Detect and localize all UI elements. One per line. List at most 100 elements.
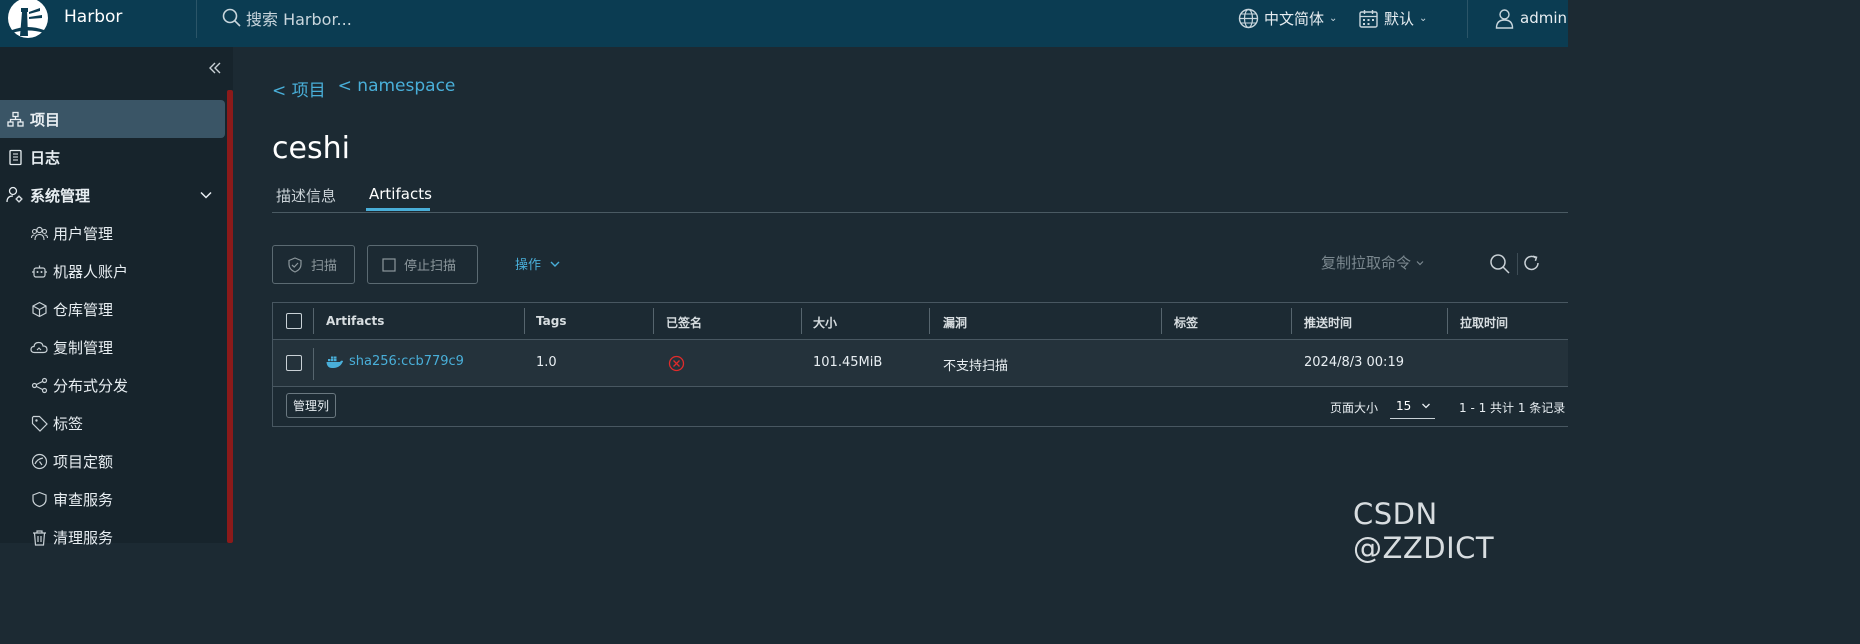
users-icon: [30, 224, 48, 242]
artifact-digest-link[interactable]: sha256:ccb779c9: [349, 354, 464, 369]
sidebar-item-label: 清理服务: [53, 528, 114, 547]
scan-button[interactable]: 扫描: [272, 245, 355, 284]
username: admin: [1520, 9, 1567, 27]
sidebar-item-users[interactable]: 用户管理: [0, 214, 225, 252]
manage-columns-button[interactable]: 管理列: [286, 393, 337, 418]
sidebar-item-project-quotas[interactable]: 项目定额: [0, 442, 225, 480]
artifact-cell: sha256:ccb779c9: [326, 354, 464, 369]
column-header-artifacts[interactable]: Artifacts: [326, 314, 384, 328]
column-separator[interactable]: [1291, 308, 1292, 334]
chevron-down-icon: [550, 261, 560, 267]
column-separator[interactable]: [524, 308, 525, 334]
chevron-down-icon: ⌄: [1419, 12, 1428, 24]
column-header-push-time[interactable]: 推送时间: [1304, 314, 1352, 331]
row-checkbox[interactable]: [286, 355, 302, 371]
docker-icon: [326, 356, 343, 368]
user-menu[interactable]: admin: [1494, 5, 1567, 31]
sidebar-item-robot-accounts[interactable]: 机器人账户: [0, 252, 225, 290]
shield-icon: [30, 490, 48, 508]
page-size-label: 页面大小: [1330, 401, 1379, 415]
trash-icon: [30, 528, 48, 546]
refresh-icon[interactable]: [1522, 253, 1544, 275]
sidebar-item-projects[interactable]: 项目: [0, 100, 225, 138]
sidebar-item-label: 分布式分发: [53, 376, 129, 395]
tags-cell: 1.0: [536, 355, 557, 370]
global-search[interactable]: 搜索 Harbor...: [222, 6, 352, 30]
system-admin-icon: [6, 186, 24, 204]
sidebar-scrollbar[interactable]: [227, 90, 233, 543]
stop-scan-label: 停止扫描: [404, 259, 457, 274]
brand-name[interactable]: Harbor: [64, 7, 122, 27]
column-header-vulnerabilities[interactable]: 漏洞: [943, 314, 967, 331]
row-separator: [313, 348, 314, 380]
column-separator[interactable]: [1161, 308, 1162, 334]
sidebar-item-logs[interactable]: 日志: [0, 138, 225, 176]
robot-icon: [30, 262, 48, 280]
sidebar-item-system-admin[interactable]: 系统管理: [0, 176, 225, 214]
harbor-logo-icon[interactable]: [6, 0, 50, 40]
artifacts-table: Artifacts Tags 已签名 大小 漏洞 标签 推送时间 拉取时间 sh…: [272, 302, 1568, 427]
sidebar-item-registries[interactable]: 仓库管理: [0, 290, 225, 328]
replication-icon: [30, 338, 48, 356]
collapse-sidebar-icon[interactable]: [206, 59, 224, 77]
sidebar-item-replications[interactable]: 复制管理: [0, 328, 225, 366]
pagination-info: 1 - 1 共计 1 条记录: [1459, 401, 1566, 415]
sidebar-item-distributions[interactable]: 分布式分发: [0, 366, 225, 404]
column-separator[interactable]: [801, 308, 802, 334]
user-icon: [1495, 8, 1514, 29]
sidebar-item-label: 用户管理: [53, 224, 114, 243]
breadcrumb-namespace-link[interactable]: < namespace: [338, 76, 456, 101]
sidebar-item-label: 仓库管理: [53, 300, 114, 319]
chevron-down-icon: [1416, 260, 1424, 265]
column-separator[interactable]: [653, 308, 654, 334]
language-label: 中文简体: [1264, 9, 1325, 28]
page-size-select[interactable]: 15: [1390, 393, 1435, 419]
tab-description[interactable]: 描述信息: [276, 185, 336, 206]
column-separator[interactable]: [929, 308, 930, 334]
column-header-size[interactable]: 大小: [813, 314, 837, 331]
actions-dropdown[interactable]: 操作: [515, 254, 561, 273]
select-all-checkbox[interactable]: [286, 313, 302, 329]
sidebar-item-label: 机器人账户: [53, 262, 129, 281]
column-separator[interactable]: [1447, 308, 1448, 334]
sidebar-item-labels[interactable]: 标签: [0, 404, 225, 442]
datetime-format-selector[interactable]: 默认 ⌄: [1358, 5, 1427, 31]
table-row[interactable]: sha256:ccb779c9 1.0 101.45MiB 不支持扫描 2024…: [273, 340, 1568, 387]
column-header-signed[interactable]: 已签名: [666, 314, 702, 331]
sidebar-item-clean-up[interactable]: 清理服务: [0, 518, 225, 556]
tab-bar: 描述信息 Artifacts: [272, 183, 1568, 213]
search-icon[interactable]: [1489, 253, 1511, 275]
sidebar: 项目 日志 系统管理 用户管理 机器人账户 仓库管理 复制管理 分布式分发 标签…: [0, 47, 233, 547]
sidebar-item-label: 系统管理: [30, 186, 91, 205]
sidebar-item-label: 项目定额: [53, 452, 114, 471]
column-header-labels[interactable]: 标签: [1174, 314, 1198, 331]
projects-icon: [6, 110, 24, 128]
page-size-value: 15: [1396, 398, 1412, 413]
chevron-down-icon: ⌄: [1329, 12, 1338, 24]
copy-pull-command-dropdown[interactable]: 复制拉取命令: [1321, 252, 1425, 273]
search-placeholder[interactable]: 搜索 Harbor...: [246, 6, 352, 30]
sidebar-item-label: 项目: [30, 110, 61, 129]
tab-artifacts[interactable]: Artifacts: [369, 185, 432, 203]
toolbar-divider: [1517, 253, 1518, 275]
column-separator: [313, 308, 314, 334]
column-header-pull-time[interactable]: 拉取时间: [1460, 314, 1508, 331]
sidebar-item-label: 日志: [30, 148, 61, 167]
column-header-tags[interactable]: Tags: [536, 314, 566, 328]
copy-pull-command-label: 复制拉取命令: [1321, 254, 1412, 272]
datetime-format-label: 默认: [1384, 9, 1415, 28]
sidebar-item-label: 复制管理: [53, 338, 114, 357]
breadcrumb-projects-link[interactable]: < 项目: [272, 76, 326, 101]
language-selector[interactable]: 中文简体 ⌄: [1238, 5, 1337, 31]
sidebar-item-label: 审查服务: [53, 490, 114, 509]
main-content: < 项目 < namespace ceshi 描述信息 Artifacts 扫描…: [234, 47, 1568, 543]
search-icon: [222, 8, 241, 27]
size-cell: 101.45MiB: [813, 355, 883, 370]
stop-scan-button[interactable]: 停止扫描: [367, 245, 478, 284]
table-footer: 管理列 页面大小 15 1 - 1 共计 1 条记录: [273, 387, 1568, 427]
distribution-icon: [30, 376, 48, 394]
sidebar-item-interrogation-services[interactable]: 审查服务: [0, 480, 225, 518]
chevron-down-icon: [199, 188, 213, 206]
table-header: Artifacts Tags 已签名 大小 漏洞 标签 推送时间 拉取时间: [273, 303, 1568, 340]
top-header: Harbor 搜索 Harbor... 中文简体 ⌄ 默认 ⌄ admin: [0, 0, 1568, 47]
